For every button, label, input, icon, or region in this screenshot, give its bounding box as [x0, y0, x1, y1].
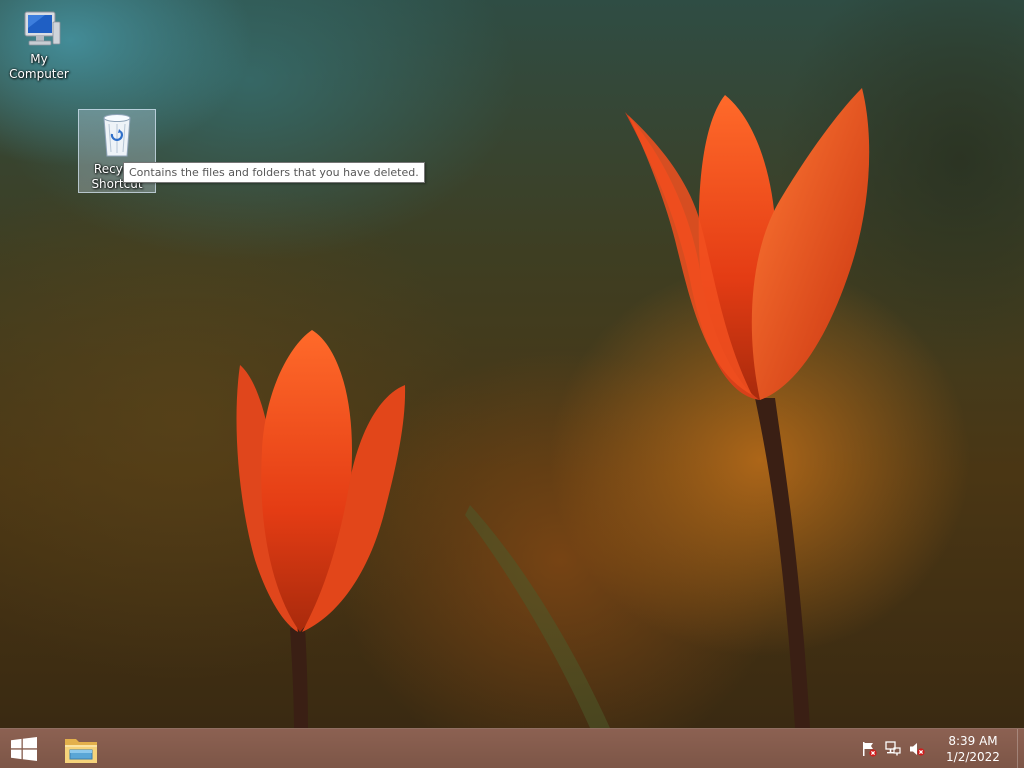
taskbar: 8:39 AM 1/2/2022: [0, 728, 1024, 769]
show-desktop-button[interactable]: [1017, 729, 1024, 769]
file-explorer-icon: [65, 739, 97, 763]
windows-logo-icon: [11, 737, 37, 761]
network-icon: [885, 741, 901, 756]
system-tray: 8:39 AM 1/2/2022: [857, 729, 1024, 769]
desktop[interactable]: My Computer Recycle Shortcut Contains the…: [0, 0, 1024, 728]
clock-time: 8:39 AM: [948, 734, 998, 748]
tooltip: Contains the files and folders that you …: [123, 162, 425, 183]
recycle-bin-icon: [103, 114, 131, 157]
tray-action-center[interactable]: [857, 729, 881, 769]
tray-volume[interactable]: [905, 729, 929, 769]
start-button[interactable]: [0, 729, 48, 769]
desktop-icon-my-computer[interactable]: My Computer: [0, 8, 78, 82]
taskbar-file-explorer[interactable]: [58, 729, 104, 769]
action-center-flag-icon: [863, 742, 877, 757]
clock-date: 1/2/2022: [946, 750, 1000, 764]
volume-muted-icon: [910, 743, 925, 756]
computer-icon: [24, 11, 61, 46]
tray-network[interactable]: [881, 729, 905, 769]
desktop-icon-label: My Computer: [9, 52, 69, 81]
taskbar-clock[interactable]: 8:39 AM 1/2/2022: [929, 729, 1017, 769]
